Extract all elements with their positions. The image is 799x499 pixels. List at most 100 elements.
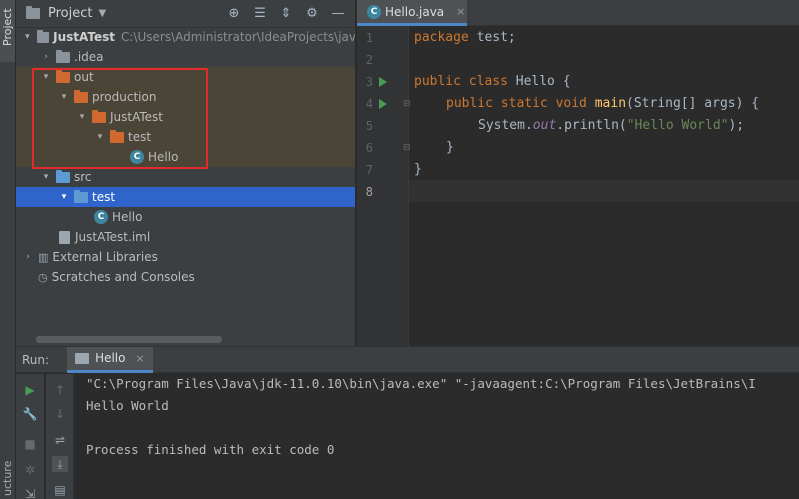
package-icon [74, 189, 88, 203]
close-icon[interactable]: × [456, 5, 465, 18]
run-main-icon[interactable] [379, 99, 387, 109]
stop-icon[interactable]: ■ [22, 436, 38, 452]
pin-icon[interactable]: ⇲ [22, 486, 38, 499]
console-line: Process finished with exit code 0 [86, 442, 335, 457]
settings-icon[interactable]: ⚙ [303, 4, 321, 22]
left-tool-strip: Project ucture [0, 0, 16, 499]
tree-label: External Libraries [52, 250, 158, 264]
project-panel-header: Project ▼ ⊕ ☰ ⇕ ⚙ — [16, 0, 355, 28]
project-panel-title[interactable]: Project [48, 6, 92, 21]
chevron-down-icon[interactable]: ▾ [22, 32, 33, 42]
tree-label: Hello [112, 210, 143, 224]
tree-label: Scratches and Consoles [51, 270, 195, 284]
code-token: package [414, 30, 469, 45]
chevron-down-icon[interactable]: ▼ [98, 8, 106, 19]
code-area[interactable]: package test; public class Hello { publi… [414, 26, 799, 346]
line-number: 7 [365, 163, 373, 177]
run-config-icon [75, 352, 90, 364]
fold-marker-icon[interactable]: ⊟ [403, 143, 411, 153]
tree-row-justatest-root[interactable]: ▾ JustATest C:\Users\Administrator\IdeaP… [16, 27, 356, 47]
code-line-4: public static void main(String[] args) { [446, 96, 759, 111]
code-token: public class [414, 74, 508, 89]
console-line: "C:\Program Files\Java\jdk-11.0.10\bin\j… [86, 376, 756, 391]
structure-tool-tab-label: ucture [1, 460, 14, 496]
run-panel-header: Run: Hello × [16, 346, 799, 373]
structure-tool-tab[interactable]: ucture [0, 440, 15, 499]
close-icon[interactable]: × [135, 352, 144, 365]
tree-label: .idea [74, 50, 104, 64]
code-token: ); [728, 118, 745, 133]
tree-row-hello-class[interactable]: C Hello [16, 207, 355, 227]
line-number: 1 [365, 31, 373, 45]
tree-row-src[interactable]: ▾ src [16, 167, 355, 187]
run-label: Run: [22, 352, 50, 367]
code-line-5: System.out.println("Hello World"); [478, 118, 744, 133]
run-class-icon[interactable] [379, 77, 387, 87]
project-tool-tab-label: Project [1, 8, 14, 46]
code-line-7: } [414, 162, 422, 177]
tree-row-idea[interactable]: › .idea [16, 47, 355, 67]
run-toolbar-secondary: ↑ ↓ ⇌ ⤓ ▤ [46, 374, 74, 499]
tree-row-iml-file[interactable]: JustATest.iml [16, 227, 355, 247]
code-token: out [532, 118, 557, 133]
tree-row-external-libraries[interactable]: › ▥ External Libraries [16, 247, 355, 267]
line-number: 2 [365, 53, 373, 67]
globe-icon[interactable]: ⊕ [225, 4, 243, 22]
wrench-icon[interactable]: 🔧 [22, 406, 38, 422]
run-tab-label: Hello [95, 351, 126, 365]
editor-tab-hello-java[interactable]: C Hello.java × [357, 0, 467, 26]
collapse-all-icon[interactable]: ☰ [251, 4, 269, 22]
fold-marker-icon[interactable]: ⊟ [403, 99, 411, 109]
code-line-3: public class Hello { [414, 74, 571, 89]
editor-tab-label: Hello.java [385, 4, 445, 19]
tree-label: JustATest [53, 30, 115, 44]
code-line-1: package test; [414, 30, 516, 45]
soft-wrap-icon[interactable]: ⇌ [52, 432, 68, 448]
code-token: test; [468, 30, 516, 45]
expand-all-icon[interactable]: ⇕ [277, 4, 295, 22]
iml-file-icon [59, 230, 70, 244]
print-icon[interactable]: ▤ [52, 482, 68, 498]
debug-icon[interactable]: ✲ [22, 462, 38, 478]
tree-path: C:\Users\Administrator\IdeaProjects\jav [121, 30, 356, 44]
code-token: } [446, 140, 454, 155]
tree-label: test [92, 190, 116, 204]
rerun-icon[interactable]: ▶ [22, 382, 38, 398]
horizontal-scrollbar[interactable] [36, 336, 222, 343]
line-number: 4 [365, 97, 373, 111]
scroll-to-end-icon[interactable]: ⤓ [52, 456, 68, 472]
library-icon: ▥ [38, 250, 49, 264]
tree-label: src [74, 170, 92, 184]
code-line-6: } [446, 140, 454, 155]
tree-row-scratches[interactable]: ◷ Scratches and Consoles [16, 267, 355, 287]
code-token: main [594, 96, 627, 111]
run-tab-hello[interactable]: Hello × [67, 346, 153, 373]
module-folder-icon [36, 29, 50, 43]
code-token: } [414, 162, 422, 177]
code-token: "Hello World" [626, 118, 729, 133]
minimize-icon[interactable]: — [329, 4, 347, 22]
arrow-down-icon[interactable]: ↓ [52, 406, 68, 422]
line-number: 3 [365, 75, 373, 89]
scratches-icon: ◷ [38, 270, 48, 284]
line-number: 6 [365, 141, 373, 155]
chevron-down-icon[interactable]: ▾ [58, 192, 70, 202]
code-token: Hello { [507, 74, 571, 89]
chevron-down-icon[interactable]: ▾ [40, 172, 52, 182]
console-output[interactable]: "C:\Program Files\Java\jdk-11.0.10\bin\j… [86, 374, 799, 499]
project-tool-tab[interactable]: Project [0, 0, 15, 62]
arrow-up-icon[interactable]: ↑ [52, 382, 68, 398]
code-token: System. [478, 118, 533, 133]
tree-row-test-package[interactable]: ▾ test [16, 187, 355, 207]
chevron-right-icon[interactable]: › [40, 52, 52, 62]
line-number: 5 [365, 119, 373, 133]
code-token: .println( [556, 118, 627, 133]
console-line: Hello World [86, 398, 169, 413]
code-token: (String[] args) { [626, 96, 760, 111]
editor-tab-bar: C Hello.java × [357, 0, 799, 26]
line-number: 8 [365, 185, 373, 199]
editor-gutter: 1 2 3 4 5 6 7 8 ⊟ ⊟ [357, 26, 411, 346]
chevron-right-icon[interactable]: › [22, 252, 34, 262]
code-token: public static void [446, 96, 587, 111]
project-panel: Project ▼ ⊕ ☰ ⇕ ⚙ — ▾ JustATest C:\Users… [16, 0, 356, 346]
